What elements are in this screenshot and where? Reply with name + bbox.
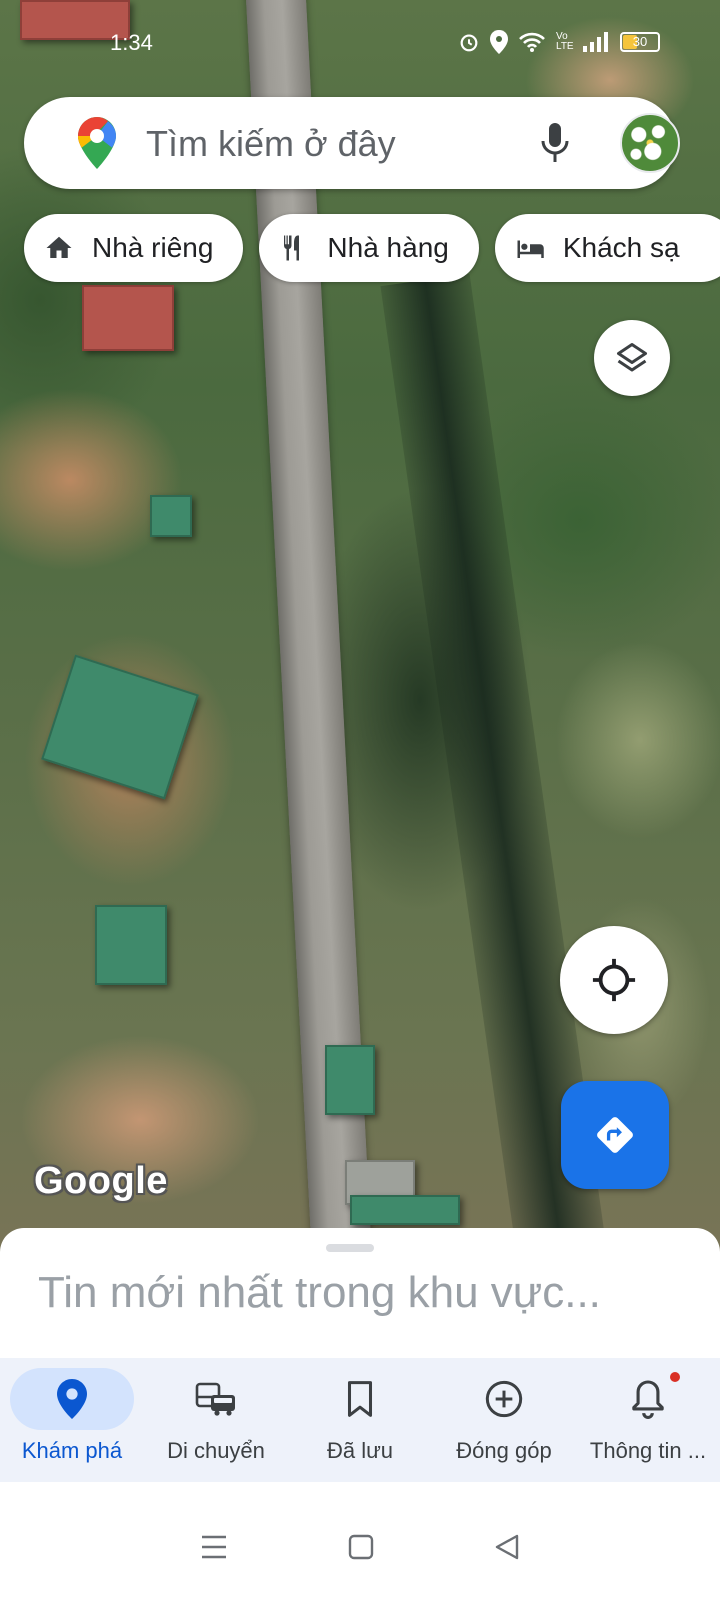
volte-label: Vo LTE xyxy=(556,31,574,52)
bookmark-icon xyxy=(347,1381,373,1417)
home-icon xyxy=(46,236,72,258)
nav-icon-wrap xyxy=(154,1368,278,1430)
microphone-icon[interactable] xyxy=(540,123,570,163)
directions-icon xyxy=(597,1117,633,1153)
nav-label: Đóng góp xyxy=(456,1438,552,1463)
nav-contribute[interactable]: Đóng góp xyxy=(432,1358,576,1482)
bottom-sheet[interactable]: Tin mới nhất trong khu vực... xyxy=(0,1228,720,1368)
map-building xyxy=(95,905,167,985)
account-avatar[interactable] xyxy=(620,113,680,173)
map-building xyxy=(150,495,192,537)
commute-icon xyxy=(195,1382,235,1416)
nav-label: Di chuyển xyxy=(167,1438,265,1463)
search-placeholder[interactable]: Tìm kiếm ở đây xyxy=(146,123,396,165)
back-triangle-icon[interactable] xyxy=(494,1533,520,1561)
map-building xyxy=(41,654,199,800)
nav-label: Khám phá xyxy=(21,1438,123,1463)
chip-label: Khách sạ xyxy=(562,232,680,263)
google-maps-logo-icon xyxy=(78,117,116,169)
google-attribution: Google xyxy=(34,1160,168,1202)
chip-hotel[interactable]: Khách sạ xyxy=(494,214,720,282)
map-building xyxy=(82,285,174,351)
alarm-icon xyxy=(460,34,478,52)
chip-home[interactable]: Nhà riêng xyxy=(24,214,244,282)
nav-updates[interactable]: Thông tin ... xyxy=(576,1358,720,1482)
bottom-navigation: Khám phá Di chuyển Đã lưu Đóng góp Thông… xyxy=(0,1358,720,1482)
nav-active-indicator xyxy=(10,1368,134,1430)
location-icon xyxy=(490,30,508,54)
crosshair-icon xyxy=(592,958,636,1002)
system-navigation-bar xyxy=(0,1482,720,1612)
status-time: 1:34 xyxy=(110,30,153,55)
notification-dot xyxy=(670,1372,680,1382)
directions-button[interactable] xyxy=(561,1081,669,1189)
nav-commute[interactable]: Di chuyển xyxy=(144,1358,288,1482)
search-bar[interactable]: Tìm kiếm ở đây xyxy=(24,97,680,189)
nav-label: Thông tin ... xyxy=(589,1438,707,1463)
nav-explore[interactable]: Khám phá xyxy=(0,1358,144,1482)
nav-icon-wrap xyxy=(442,1368,566,1430)
nav-icon-wrap xyxy=(298,1368,422,1430)
hotel-icon xyxy=(517,240,544,258)
chip-label: Nhà riêng xyxy=(92,232,214,263)
location-pin-icon xyxy=(57,1379,87,1419)
home-square-icon[interactable] xyxy=(348,1534,374,1560)
sheet-title: Tin mới nhất trong khu vực... xyxy=(38,1268,601,1317)
map-building xyxy=(325,1045,375,1115)
nav-label: Đã lưu xyxy=(326,1438,394,1463)
signal-icon xyxy=(583,32,608,52)
add-circle-icon xyxy=(485,1380,523,1418)
map-building xyxy=(350,1195,460,1225)
category-chips: Nhà riêng Nhà hàng Khách sạ xyxy=(24,214,720,282)
wifi-icon xyxy=(519,32,545,52)
layers-icon xyxy=(617,343,647,372)
recents-menu-icon[interactable] xyxy=(200,1534,228,1560)
battery-icon: 30 xyxy=(620,32,660,52)
my-location-button[interactable] xyxy=(560,926,668,1034)
bell-icon xyxy=(632,1380,664,1419)
sheet-drag-handle[interactable] xyxy=(326,1244,374,1252)
chip-restaurant[interactable]: Nhà hàng xyxy=(259,214,479,282)
status-icons: Vo LTE 30 xyxy=(458,30,660,54)
restaurant-icon xyxy=(284,235,300,261)
layers-button[interactable] xyxy=(594,320,670,396)
nav-icon-wrap xyxy=(586,1368,710,1430)
chip-label: Nhà hàng xyxy=(327,232,449,263)
nav-saved[interactable]: Đã lưu xyxy=(288,1358,432,1482)
